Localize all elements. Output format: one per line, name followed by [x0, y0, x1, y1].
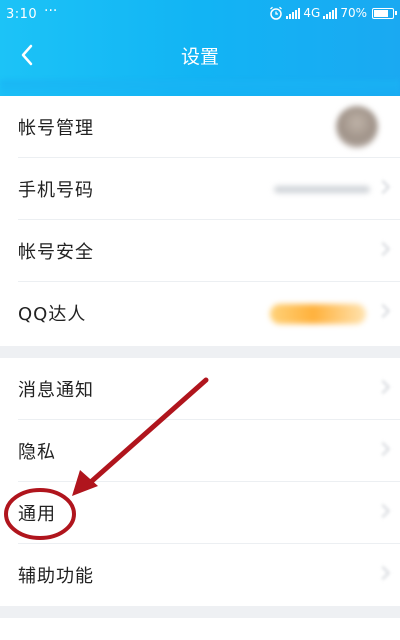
settings-item-label: 隐私: [18, 442, 56, 463]
settings-item-privacy[interactable]: 隐私: [0, 420, 400, 482]
settings-item-label: 通用: [18, 504, 56, 525]
settings-item-account-security[interactable]: 帐号安全: [0, 220, 400, 282]
settings-group-general: 消息通知 隐私 通用 辅助功能: [0, 358, 400, 606]
settings-item-notifications[interactable]: 消息通知: [0, 358, 400, 420]
settings-item-label: 手机号码: [18, 180, 94, 201]
settings-item-label: 消息通知: [18, 380, 94, 401]
network-type: 4G: [303, 6, 321, 20]
chevron-right-icon: [375, 503, 391, 519]
status-indicators: 4G 70%: [269, 6, 397, 20]
settings-item-label: 帐号管理: [18, 118, 94, 139]
settings-group-account: 帐号管理 手机号码 帐号安全 QQ达人: [0, 96, 400, 346]
chevron-right-icon: [375, 179, 391, 195]
signal-icon-1: [286, 7, 301, 19]
qq-expert-badge: [270, 304, 366, 324]
status-time: 3:10: [6, 7, 38, 22]
settings-group-more: [0, 618, 400, 640]
phone-number-value: [274, 186, 370, 193]
chevron-right-icon: [375, 241, 391, 257]
alarm-icon: [270, 6, 283, 20]
avatar: [336, 106, 378, 148]
battery-percent: 70%: [340, 6, 367, 20]
settings-item-accessibility[interactable]: 辅助功能: [0, 544, 400, 606]
settings-item-qq-expert[interactable]: QQ达人: [0, 282, 400, 344]
chevron-right-icon: [375, 303, 391, 319]
settings-item-label: 帐号安全: [18, 242, 94, 263]
page-title: 设置: [180, 46, 219, 68]
chevron-right-icon: [375, 379, 391, 395]
chevron-right-icon: [375, 441, 391, 457]
signal-icon-2: [323, 7, 338, 19]
settings-item-account-management[interactable]: 帐号管理: [0, 96, 400, 158]
settings-item-label: 辅助功能: [18, 566, 94, 587]
settings-item-phone-number[interactable]: 手机号码: [0, 158, 400, 220]
settings-item-general[interactable]: 通用: [0, 482, 400, 544]
chevron-right-icon: [375, 565, 391, 581]
status-bar: 3:10 ··· 4G 70%: [0, 0, 400, 30]
notification-dots: ···: [44, 3, 58, 19]
battery-icon: [372, 7, 397, 19]
settings-item-label: QQ达人: [18, 304, 87, 325]
